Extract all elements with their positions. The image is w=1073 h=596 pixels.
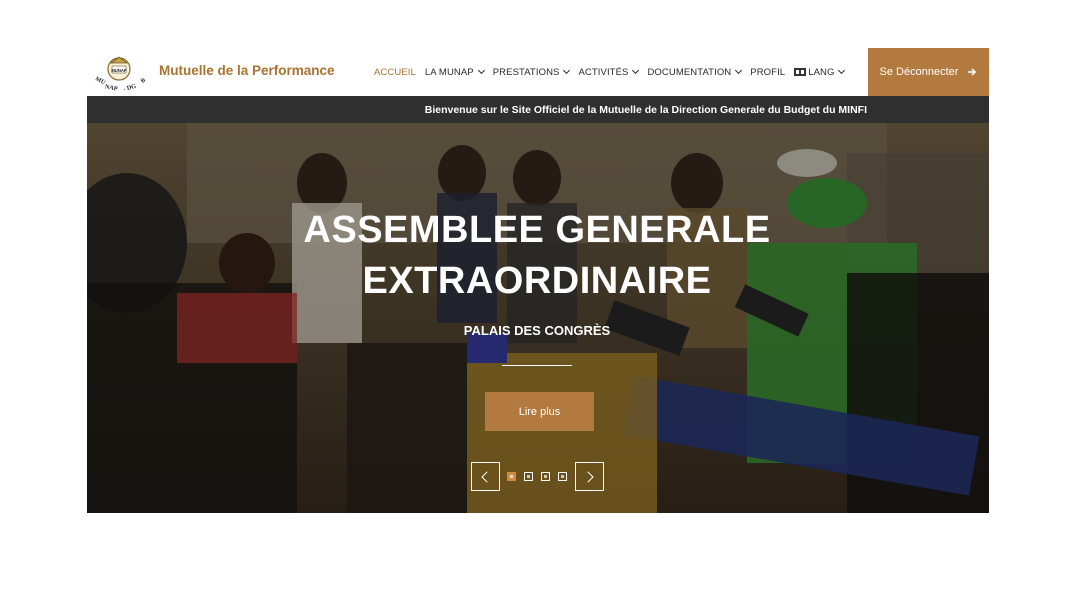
carousel-dot[interactable]: [541, 472, 550, 481]
logout-button[interactable]: Se Déconnecter: [868, 48, 989, 96]
svg-text:MUNAP: MUNAP: [111, 68, 127, 73]
logout-label: Se Déconnecter: [879, 66, 959, 78]
read-more-label: Lire plus: [518, 405, 561, 418]
carousel-dot[interactable]: [507, 472, 516, 481]
nav-item-documentation[interactable]: DOCUMENTATION: [647, 66, 743, 78]
chevron-down-icon: [477, 66, 485, 75]
hero-divider: [502, 365, 572, 366]
hero-subtitle: PALAIS DES CONGRÈS: [463, 323, 611, 338]
nav-item-label: PRESTATIONS: [492, 66, 560, 78]
nav-item-la-munap[interactable]: LA MUNAP: [424, 66, 485, 78]
svg-text:NAP: NAP: [104, 83, 118, 93]
welcome-banner: Bienvenue sur le Site Officiel de la Mut…: [87, 96, 989, 123]
nav-item-label: DOCUMENTATION: [647, 66, 732, 78]
chevron-right-icon: [582, 471, 594, 483]
welcome-text: Bienvenue sur le Site Officiel de la Mut…: [424, 103, 867, 116]
chevron-down-icon: [735, 66, 743, 75]
carousel-indicators: [507, 472, 575, 481]
main-nav: ACCUEIL LA MUNAP PRESTATIONS ACTIVITÉS D…: [374, 48, 853, 96]
site-container: MUNAP MU NAP - DG B Mutuelle de la Perfo…: [87, 48, 989, 513]
carousel-dot[interactable]: [558, 472, 567, 481]
nav-item-label: PROFIL: [750, 66, 786, 78]
chevron-down-icon: [838, 66, 846, 75]
svg-text:- DG: - DG: [123, 83, 137, 93]
carousel-dot[interactable]: [524, 472, 533, 481]
chevron-down-icon: [632, 66, 640, 75]
read-more-button[interactable]: Lire plus: [485, 392, 594, 431]
nav-item-accueil[interactable]: ACCUEIL: [374, 67, 416, 78]
nav-item-label: LA MUNAP: [424, 66, 474, 78]
carousel-next-button[interactable]: [575, 462, 604, 491]
chevron-down-icon: [563, 66, 571, 75]
hero-title-line: ASSEMBLEE GENERALE: [303, 209, 771, 251]
brand-name[interactable]: Mutuelle de la Performance: [159, 63, 335, 78]
arrow-right-icon: [967, 67, 977, 77]
nav-item-activites[interactable]: ACTIVITÉS: [578, 66, 640, 78]
chevron-left-icon: [481, 471, 493, 483]
nav-item-profil[interactable]: PROFIL: [750, 67, 785, 78]
munap-logo[interactable]: MUNAP MU NAP - DG B: [91, 51, 151, 93]
hero-carousel: ASSEMBLEE GENERALE EXTRAORDINAIRE PALAIS…: [87, 123, 989, 513]
nav-item-lang[interactable]: LANG: [794, 66, 846, 78]
svg-text:B: B: [139, 77, 147, 85]
flag-icon: [794, 68, 807, 76]
hero-overlay: [87, 123, 989, 513]
nav-item-label: ACCUEIL: [374, 66, 416, 78]
carousel-prev-button[interactable]: [471, 462, 500, 491]
hero-title-line: EXTRAORDINAIRE: [362, 260, 712, 302]
hero-title: ASSEMBLEE GENERALE EXTRAORDINAIRE: [237, 205, 837, 307]
nav-item-prestations[interactable]: PRESTATIONS: [492, 66, 571, 78]
nav-item-label: ACTIVITÉS: [578, 66, 629, 78]
nav-item-label: LANG: [808, 66, 835, 78]
header: MUNAP MU NAP - DG B Mutuelle de la Perfo…: [87, 48, 989, 96]
